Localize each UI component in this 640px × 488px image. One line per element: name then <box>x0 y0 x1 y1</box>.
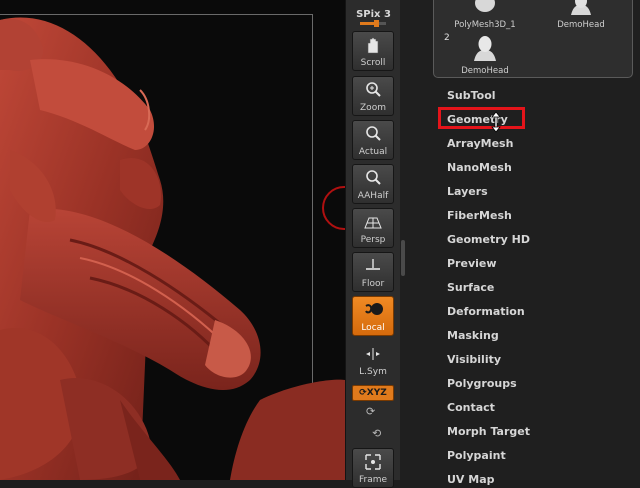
local-button[interactable]: Local <box>352 296 394 336</box>
persp-label: Persp <box>360 235 386 245</box>
menu-item-preview[interactable]: Preview <box>447 256 607 272</box>
actual-label: Actual <box>358 147 388 157</box>
menu-item-surface[interactable]: Surface <box>447 280 607 296</box>
head-thumbnail-icon <box>474 36 496 61</box>
local-label: Local <box>361 323 385 333</box>
spix-label: SPix 3 <box>356 9 391 20</box>
floor-icon <box>366 259 380 270</box>
hand-icon <box>367 37 379 54</box>
rotate-icon: ⟳ <box>359 388 367 398</box>
scroll-label: Scroll <box>360 58 386 68</box>
spix-knob[interactable] <box>373 20 379 27</box>
head-thumbnail-icon <box>571 0 591 15</box>
menu-item-arraymesh[interactable]: ArrayMesh <box>447 136 607 152</box>
subtool-thumb[interactable]: 2 DemoHead <box>438 33 532 76</box>
local-icon <box>365 303 383 315</box>
menu-item-subtool[interactable]: SubTool <box>447 88 607 104</box>
subtool-thumbnails: PolyMesh3D_1 DemoHead 2 DemoHead <box>433 0 633 78</box>
menu-item-contact[interactable]: Contact <box>447 400 607 416</box>
menu-item-nanomesh[interactable]: NanoMesh <box>447 160 607 176</box>
floor-label: Floor <box>361 279 385 289</box>
subtool-name: DemoHead <box>557 20 605 30</box>
subtool-index: 2 <box>444 33 450 43</box>
floor-button[interactable]: Floor <box>352 252 394 292</box>
menu-item-masking[interactable]: Masking <box>447 328 607 344</box>
menu-item-geometry-hd[interactable]: Geometry HD <box>447 232 607 248</box>
rotate-z-icon[interactable]: ⟲ <box>372 427 381 440</box>
lsym-label: L.Sym <box>359 367 387 377</box>
mesh-thumbnail-icon <box>475 0 495 12</box>
frame-label: Frame <box>358 475 388 485</box>
menu-item-polygroups[interactable]: Polygroups <box>447 376 607 392</box>
menu-item-deformation[interactable]: Deformation <box>447 304 607 320</box>
magnifier-plus-icon <box>366 82 381 97</box>
right-shelf: SPix 3 Scroll Zoom Actual AAHalf Persp F… <box>345 0 402 488</box>
xyz-label: XYZ <box>366 388 387 398</box>
menu-item-geometry[interactable]: Geometry <box>447 112 607 128</box>
resize-cursor-icon <box>491 111 501 133</box>
subtool-thumb[interactable]: DemoHead <box>534 0 628 30</box>
persp-button[interactable]: Persp <box>352 208 394 248</box>
scroll-button[interactable]: Scroll <box>352 31 394 71</box>
subtool-thumb[interactable]: PolyMesh3D_1 <box>438 0 532 30</box>
zoom-label: Zoom <box>360 103 386 113</box>
sculpt-model <box>0 17 345 480</box>
subtool-name: DemoHead <box>461 66 509 76</box>
spix-slider[interactable] <box>360 20 386 27</box>
subtool-name: PolyMesh3D_1 <box>454 20 516 30</box>
perspective-grid-icon <box>364 217 382 229</box>
frame-icon <box>365 454 381 470</box>
menu-item-polypaint[interactable]: Polypaint <box>447 448 607 464</box>
palette-scroll-handle[interactable] <box>401 240 405 276</box>
magnifier-half-icon <box>366 170 381 185</box>
zoom-button[interactable]: Zoom <box>352 76 394 116</box>
magnifier-1x-icon <box>366 126 381 141</box>
aahalf-label: AAHalf <box>357 191 389 201</box>
local-symmetry-icon <box>366 348 380 360</box>
rotate-y-icon[interactable]: ⟳ <box>366 405 375 418</box>
menu-item-fibermesh[interactable]: FiberMesh <box>447 208 607 224</box>
lsym-button[interactable]: L.Sym <box>352 340 394 380</box>
menu-item-morph-target[interactable]: Morph Target <box>447 424 607 440</box>
aahalf-button[interactable]: AAHalf <box>352 164 394 204</box>
frame-button[interactable]: Frame <box>352 448 394 488</box>
tool-palette: PolyMesh3D_1 DemoHead 2 DemoHead SubTool… <box>400 0 640 486</box>
canvas-viewport[interactable] <box>0 0 345 480</box>
menu-item-visibility[interactable]: Visibility <box>447 352 607 368</box>
menu-item-layers[interactable]: Layers <box>447 184 607 200</box>
actual-button[interactable]: Actual <box>352 120 394 160</box>
xyz-toggle[interactable]: ⟳XYZ <box>352 385 394 401</box>
menu-item-uv-map[interactable]: UV Map <box>447 472 607 488</box>
